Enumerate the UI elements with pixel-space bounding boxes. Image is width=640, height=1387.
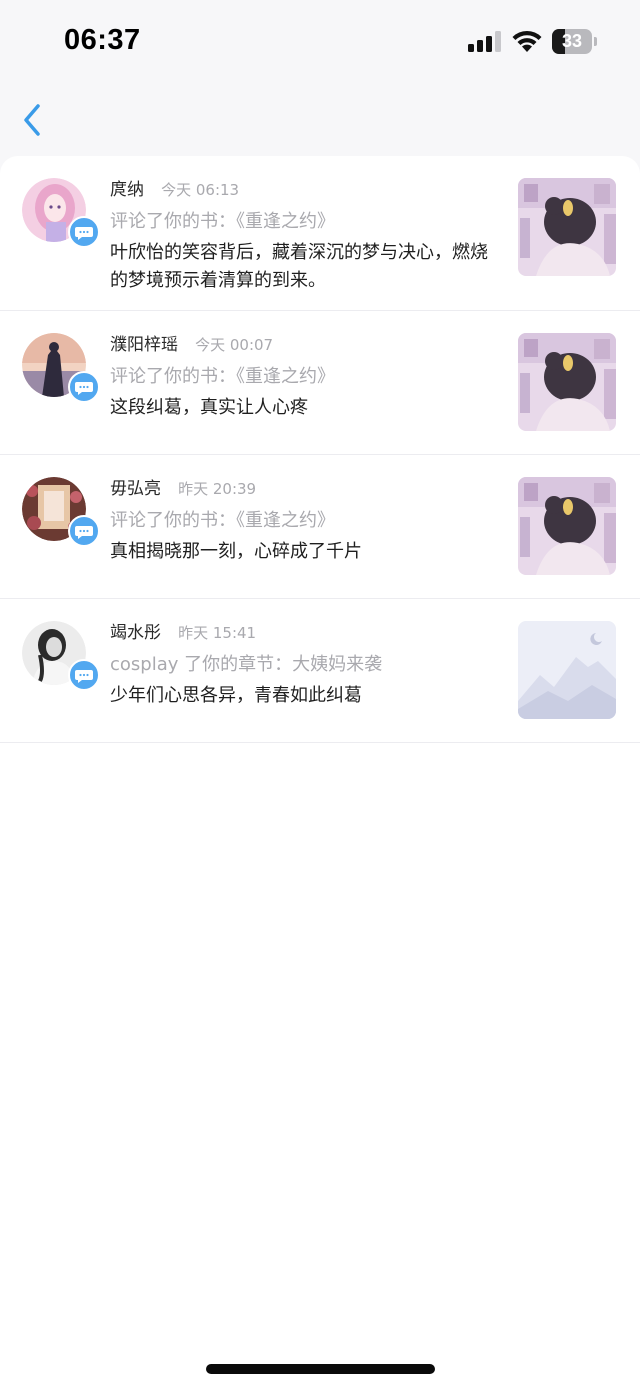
user-name[interactable]: 庹纳 — [110, 180, 144, 200]
notification-item[interactable]: 毋弘亮 昨天 20:39 评论了你的书：《重逢之约》 真相揭晓那一刻，心碎成了千… — [0, 455, 640, 599]
chat-bubble-icon — [75, 382, 93, 395]
comment-text: 少年们心思各异，青春如此纠葛 — [110, 685, 362, 706]
status-time: 06:37 — [64, 24, 141, 56]
notification-content: 濮阳梓瑶 今天 00:07 评论了你的书：《重逢之约》 这段纠葛，真实让人心疼 — [110, 331, 505, 422]
action-text: 评论了你的书：《重逢之约》 — [110, 366, 335, 387]
notification-content: 庹纳 今天 06:13 评论了你的书：《重逢之约》 叶欣怡的笑容背后，藏着深沉的… — [110, 176, 505, 295]
back-button[interactable] — [14, 100, 54, 144]
status-bar: 06:37 33 — [0, 0, 640, 86]
notification-item[interactable]: 庹纳 今天 06:13 评论了你的书：《重逢之约》 叶欣怡的笑容背后，藏着深沉的… — [0, 156, 640, 311]
avatar[interactable] — [22, 621, 100, 695]
notification-panel: 庹纳 今天 06:13 评论了你的书：《重逢之约》 叶欣怡的笑容背后，藏着深沉的… — [0, 156, 640, 1387]
book-cover-thumbnail[interactable] — [518, 178, 616, 276]
avatar[interactable] — [22, 477, 100, 551]
comment-badge — [68, 515, 100, 547]
timestamp: 今天 00:07 — [195, 336, 274, 354]
comment-text: 叶欣怡的笑容背后，藏着深沉的梦与决心，燃烧的梦境预示着清算的到来。 — [110, 242, 488, 291]
chevron-left-icon — [24, 104, 40, 136]
wifi-icon — [512, 30, 542, 52]
comment-badge — [68, 659, 100, 691]
comment-badge — [68, 216, 100, 248]
timestamp: 昨天 15:41 — [178, 624, 257, 642]
user-name[interactable]: 濮阳梓瑶 — [110, 335, 178, 355]
notification-content: 竭水彤 昨天 15:41 cosplay 了你的章节：大姨妈来袭 少年们心思各异… — [110, 619, 505, 710]
action-text: 评论了你的书：《重逢之约》 — [110, 510, 335, 531]
user-name[interactable]: 毋弘亮 — [110, 479, 161, 499]
action-text: 评论了你的书：《重逢之约》 — [110, 211, 335, 232]
avatar[interactable] — [22, 178, 100, 252]
comment-text: 真相揭晓那一刻，心碎成了千片 — [110, 541, 362, 562]
chat-bubble-icon — [75, 227, 93, 240]
notification-item[interactable]: 竭水彤 昨天 15:41 cosplay 了你的章节：大姨妈来袭 少年们心思各异… — [0, 599, 640, 743]
book-cover-thumbnail[interactable] — [518, 333, 616, 431]
comment-text: 这段纠葛，真实让人心疼 — [110, 397, 308, 418]
comment-badge — [68, 371, 100, 403]
timestamp: 昨天 20:39 — [178, 480, 257, 498]
cellular-signal-icon — [468, 31, 501, 52]
user-name[interactable]: 竭水彤 — [110, 623, 161, 643]
chat-bubble-icon — [75, 526, 93, 539]
book-cover-thumbnail[interactable] — [518, 477, 616, 575]
nav-bar — [0, 86, 640, 156]
notification-content: 毋弘亮 昨天 20:39 评论了你的书：《重逢之约》 真相揭晓那一刻，心碎成了千… — [110, 475, 505, 566]
chat-bubble-icon — [75, 670, 93, 683]
notification-item[interactable]: 濮阳梓瑶 今天 00:07 评论了你的书：《重逢之约》 这段纠葛，真实让人心疼 — [0, 311, 640, 455]
image-placeholder-thumbnail[interactable] — [518, 621, 616, 719]
battery-level: 33 — [561, 31, 583, 51]
timestamp: 今天 06:13 — [161, 181, 240, 199]
notification-list: 庹纳 今天 06:13 评论了你的书：《重逢之约》 叶欣怡的笑容背后，藏着深沉的… — [0, 156, 640, 743]
battery-icon: 33 — [552, 29, 598, 54]
avatar[interactable] — [22, 333, 100, 407]
home-indicator[interactable] — [206, 1364, 435, 1374]
action-text: cosplay 了你的章节：大姨妈来袭 — [110, 654, 383, 675]
